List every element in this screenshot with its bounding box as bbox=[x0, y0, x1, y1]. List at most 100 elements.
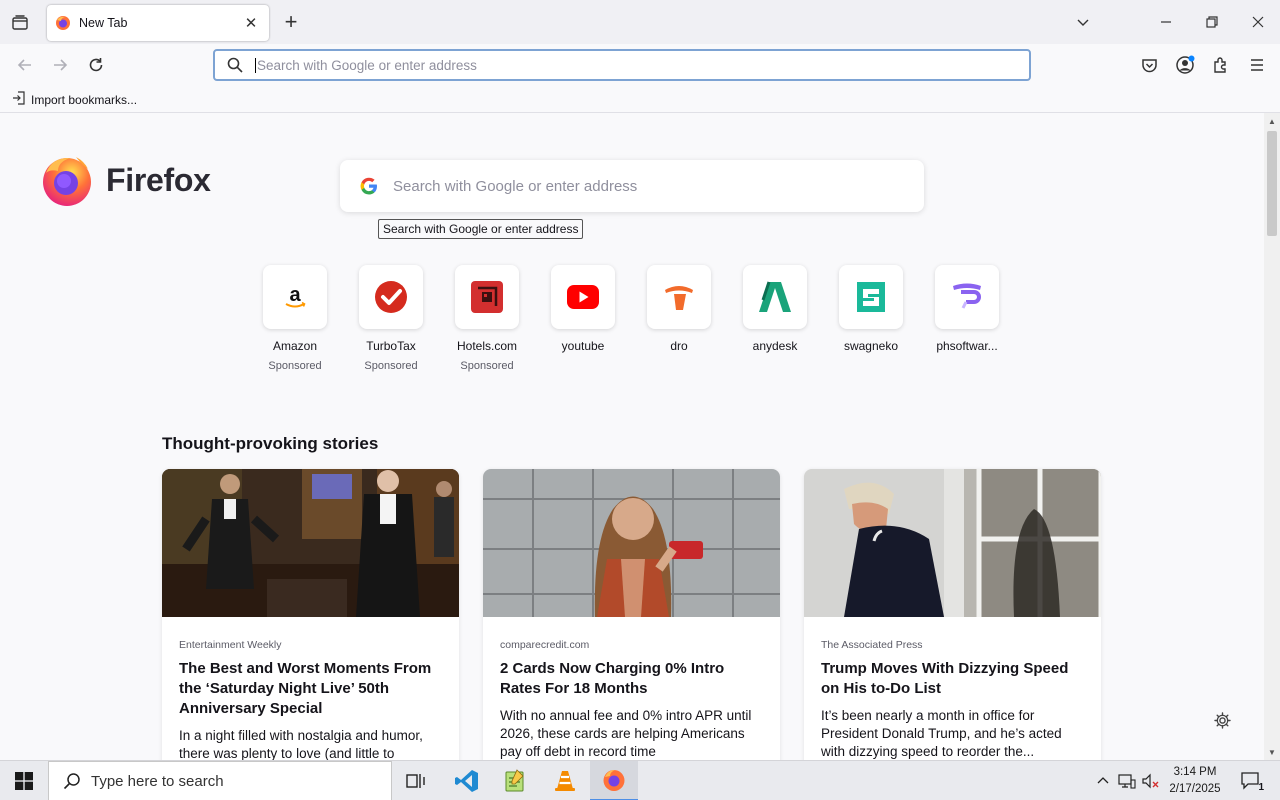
restore-icon[interactable] bbox=[1197, 8, 1227, 36]
amazon-tile[interactable]: a bbox=[263, 265, 327, 329]
tab-title: New Tab bbox=[79, 16, 128, 30]
new-tab-button[interactable]: + bbox=[280, 11, 302, 33]
windows-logo-icon bbox=[15, 772, 33, 790]
task-view-icon[interactable] bbox=[392, 761, 440, 800]
start-button[interactable] bbox=[0, 761, 48, 800]
list-all-tabs-chevron-down-icon[interactable] bbox=[1068, 8, 1098, 36]
tab-bar: New Tab ✕ + bbox=[0, 0, 1280, 44]
top-site-dro[interactable]: dro bbox=[647, 265, 711, 372]
top-sites: a Amazon Sponsored TurboTax Sponsored Ho… bbox=[263, 265, 1031, 372]
top-site-turbotax[interactable]: TurboTax Sponsored bbox=[359, 265, 423, 372]
top-site-anydesk[interactable]: anydesk bbox=[743, 265, 807, 372]
volume-muted-icon[interactable] bbox=[1141, 771, 1161, 791]
import-bookmarks-label: Import bookmarks... bbox=[31, 92, 138, 107]
vscode-icon[interactable] bbox=[443, 761, 491, 800]
firefox-brand: Firefox bbox=[40, 153, 211, 207]
story-image-snl-stage bbox=[162, 469, 459, 617]
scroll-down-arrow-icon[interactable]: ▼ bbox=[1264, 744, 1280, 760]
extensions-icon[interactable] bbox=[1210, 54, 1232, 76]
story-excerpt: With no annual fee and 0% intro APR unti… bbox=[500, 708, 752, 759]
site-label: swagneko bbox=[843, 339, 899, 353]
site-label: Hotels.com bbox=[456, 339, 518, 353]
site-label: phsoftwar... bbox=[936, 339, 998, 353]
story-source: Entertainment Weekly bbox=[179, 639, 282, 651]
firefox-view-button[interactable] bbox=[8, 11, 32, 35]
site-label: dro bbox=[670, 339, 688, 353]
top-site-swagneko[interactable]: swagneko bbox=[839, 265, 903, 372]
tab-new-tab[interactable]: New Tab ✕ bbox=[47, 5, 269, 41]
svg-text:a: a bbox=[289, 284, 301, 306]
story-image-woman-credit-card bbox=[483, 469, 780, 617]
top-site-youtube[interactable]: youtube bbox=[551, 265, 615, 372]
swagneko-tile[interactable] bbox=[839, 265, 903, 329]
amazon-icon: a bbox=[285, 284, 306, 308]
search-tooltip: Search with Google or enter address bbox=[378, 219, 584, 239]
stories-heading: Thought-provoking stories bbox=[162, 434, 379, 453]
new-tab-page: Firefox Search with Google or enter addr… bbox=[0, 113, 1264, 760]
clock-date: 2/17/2025 bbox=[1169, 783, 1221, 795]
nav-bar bbox=[0, 44, 1280, 86]
account-icon[interactable] bbox=[1174, 54, 1196, 76]
top-site-amazon[interactable]: a Amazon Sponsored bbox=[263, 265, 327, 372]
site-label: anydesk bbox=[752, 339, 798, 353]
notification-count: 1 bbox=[1258, 782, 1264, 793]
pocket-icon[interactable] bbox=[1138, 54, 1160, 76]
story-title[interactable]: Trump Moves With Dizzying Speed on His t… bbox=[821, 659, 1084, 699]
firefox-taskbar-icon[interactable] bbox=[590, 761, 638, 800]
story-card[interactable]: The Associated Press Trump Moves With Di… bbox=[804, 469, 1101, 760]
back-arrow-icon[interactable] bbox=[13, 53, 37, 77]
story-card[interactable]: Entertainment Weekly The Best and Worst … bbox=[162, 469, 459, 760]
hero-search-placeholder: Search with Google or enter address bbox=[393, 177, 638, 195]
story-source: comparecredit.com bbox=[500, 639, 590, 651]
firefox-view-icon bbox=[12, 15, 28, 30]
story-title[interactable]: 2 Cards Now Charging 0% Intro Rates For … bbox=[500, 659, 763, 699]
windows-taskbar: Type here to search 3:14 PM 2/17/2025 1 bbox=[0, 760, 1280, 800]
minimize-icon[interactable] bbox=[1151, 8, 1181, 36]
turbotax-tile[interactable] bbox=[359, 265, 423, 329]
scroll-thumb[interactable] bbox=[1267, 131, 1277, 236]
close-window-icon[interactable] bbox=[1243, 8, 1273, 36]
taskbar-search-box[interactable]: Type here to search bbox=[48, 761, 392, 800]
page-scrollbar[interactable]: ▲ ▼ bbox=[1264, 113, 1280, 760]
firefox-favicon-icon bbox=[56, 16, 70, 30]
url-input[interactable] bbox=[255, 57, 1029, 73]
dro-icon bbox=[665, 286, 693, 310]
import-bookmarks-button[interactable]: Import bookmarks... bbox=[12, 91, 137, 108]
menu-hamburger-icon[interactable] bbox=[1246, 54, 1268, 76]
forward-arrow-icon[interactable] bbox=[48, 53, 72, 77]
anydesk-tile[interactable] bbox=[743, 265, 807, 329]
reload-icon[interactable] bbox=[84, 53, 108, 77]
site-label: youtube bbox=[561, 339, 605, 353]
tab-close-icon[interactable]: ✕ bbox=[241, 13, 261, 33]
firefox-wordmark: Firefox bbox=[106, 161, 211, 198]
vlc-icon[interactable] bbox=[541, 761, 589, 800]
firefox-logo-icon bbox=[43, 157, 91, 206]
hero-search-box[interactable]: Search with Google or enter address bbox=[340, 160, 924, 212]
search-icon bbox=[63, 773, 80, 790]
story-card[interactable]: comparecredit.com 2 Cards Now Charging 0… bbox=[483, 469, 780, 760]
hotels-icon bbox=[471, 281, 503, 313]
site-label: Amazon bbox=[272, 339, 318, 353]
personalize-gear-icon[interactable] bbox=[1212, 710, 1232, 730]
phsoftware-tile[interactable] bbox=[935, 265, 999, 329]
youtube-tile[interactable] bbox=[551, 265, 615, 329]
taskbar-search-placeholder: Type here to search bbox=[91, 772, 224, 790]
network-icon[interactable] bbox=[1117, 771, 1137, 791]
story-source: The Associated Press bbox=[821, 639, 923, 651]
search-icon bbox=[227, 57, 243, 73]
hotels-tile[interactable] bbox=[455, 265, 519, 329]
top-site-hotels[interactable]: Hotels.com Sponsored bbox=[455, 265, 519, 372]
taskbar-clock[interactable]: 3:14 PM 2/17/2025 bbox=[1164, 764, 1226, 798]
sponsored-label: Sponsored bbox=[460, 360, 514, 372]
dro-tile[interactable] bbox=[647, 265, 711, 329]
url-bar[interactable] bbox=[213, 49, 1031, 81]
tray-chevron-up-icon[interactable] bbox=[1093, 771, 1113, 791]
scroll-up-arrow-icon[interactable]: ▲ bbox=[1264, 113, 1280, 129]
story-image-trump-walking bbox=[804, 469, 1101, 617]
story-title[interactable]: The Best and Worst Moments From the ‘Sat… bbox=[179, 659, 442, 719]
youtube-icon bbox=[567, 285, 599, 309]
top-site-phsoftware[interactable]: phsoftwar... bbox=[935, 265, 999, 372]
stories-grid: Entertainment Weekly The Best and Worst … bbox=[162, 469, 1125, 760]
notepad-plus-plus-icon[interactable] bbox=[491, 761, 539, 800]
notifications-icon[interactable]: 1 bbox=[1238, 771, 1264, 793]
